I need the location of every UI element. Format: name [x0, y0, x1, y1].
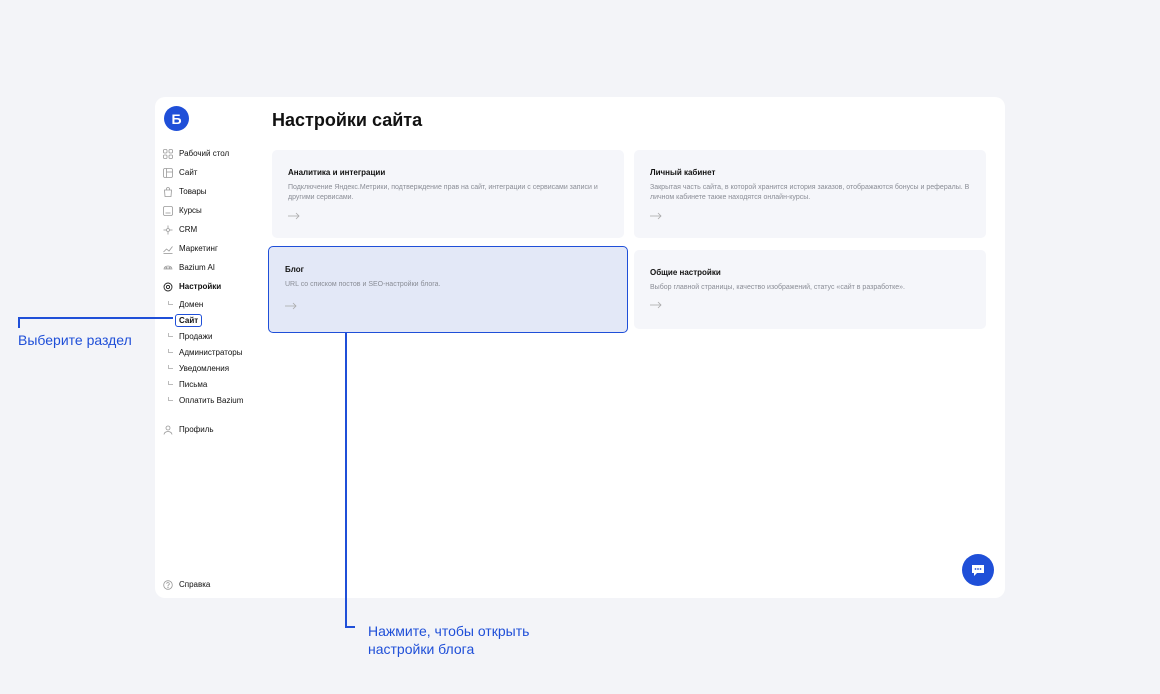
tree-branch-icon [168, 348, 173, 353]
sidebar-item-label: Профиль [179, 425, 214, 434]
annotation-select-section: Выберите раздел [18, 332, 132, 348]
card-title: Личный кабинет [650, 168, 716, 177]
sidebar-item-label: Курсы [179, 206, 202, 215]
ai-icon [163, 263, 173, 273]
card-general-settings[interactable]: Общие настройки Выбор главной страницы, … [634, 250, 986, 329]
card-description: Подключение Яндекс.Метрики, подтверждени… [288, 184, 598, 201]
sidebar-item-label: Справка [179, 580, 211, 589]
user-icon [163, 425, 173, 435]
sidebar-item-label: Рабочий стол [179, 149, 230, 158]
chat-icon [972, 565, 984, 576]
card-description: Выбор главной страницы, качество изображ… [650, 284, 905, 291]
sidebar-item-courses[interactable]: Курсы [163, 201, 263, 220]
tree-branch-icon [168, 364, 173, 369]
sidebar-item-bazium-ai[interactable]: Bazium AI [163, 258, 263, 277]
sidebar-item-products[interactable]: Товары [163, 182, 263, 201]
bag-icon [163, 186, 173, 197]
tree-branch-icon [168, 380, 173, 385]
logo[interactable]: Б [164, 106, 189, 131]
crm-icon [163, 225, 173, 235]
card-title: Аналитика и интеграции [288, 168, 386, 177]
sidebar-item-crm[interactable]: CRM [163, 220, 263, 239]
sidebar-item-label: Сайт [179, 168, 198, 177]
sidebar-item-profile[interactable]: Профиль [163, 420, 214, 439]
card-description: Закрытая часть сайта, в которой хранится… [650, 184, 970, 201]
card-title: Блог [285, 265, 304, 274]
annotation-connector [345, 332, 347, 627]
annotation-connector [18, 317, 173, 319]
annotation-connector [345, 626, 355, 628]
tree-branch-icon [168, 300, 173, 305]
sidebar-subitem-domain[interactable]: Домен [163, 296, 263, 312]
card-personal-account[interactable]: Личный кабинет Закрытая часть сайта, в к… [634, 150, 986, 238]
sidebar-subitem-letters[interactable]: Письма [163, 376, 263, 392]
sidebar-item-dashboard[interactable]: Рабочий стол [163, 144, 263, 163]
gear-icon [163, 282, 173, 292]
sidebar-subitem-site[interactable]: Сайт [163, 312, 263, 328]
arrow-right-icon [288, 212, 300, 220]
page-title: Настройки сайта [272, 110, 423, 130]
sidebar-subitem-pay[interactable]: Оплатить Bazium [163, 392, 263, 408]
sidebar-item-site[interactable]: Сайт [163, 163, 263, 182]
arrow-right-icon [650, 212, 662, 220]
annotation-line: Нажмите, чтобы открыть [368, 623, 530, 639]
help-icon [163, 579, 173, 590]
app-window: Б Рабочий стол Сайт Товары Курсы CRM Мар… [155, 97, 1005, 598]
sidebar-subitem-notifications[interactable]: Уведомления [163, 360, 263, 376]
sidebar-item-label: Bazium AI [179, 263, 216, 272]
chat-button[interactable] [962, 554, 994, 586]
sidebar-subitem-sales[interactable]: Продажи [163, 328, 263, 344]
arrow-right-icon [285, 302, 297, 310]
card-analytics[interactable]: Аналитика и интеграции Подключение Яндек… [272, 150, 624, 238]
sidebar-item-marketing[interactable]: Маркетинг [163, 239, 263, 258]
card-title: Общие настройки [650, 268, 721, 277]
sidebar: Рабочий стол Сайт Товары Курсы CRM Марке… [163, 144, 263, 408]
sidebar-item-settings[interactable]: Настройки [163, 277, 263, 296]
sidebar-item-label: Маркетинг [179, 244, 218, 253]
annotation-open-blog: Нажмите, чтобы открыть настройки блога [368, 622, 529, 658]
tree-branch-icon [168, 332, 173, 337]
card-blog[interactable]: Блог URL со списком постов и SEO-настрой… [268, 246, 628, 333]
tree-branch-icon [168, 396, 173, 401]
courses-icon [163, 205, 173, 216]
sidebar-item-label: CRM [179, 225, 198, 234]
dashboard-icon [163, 148, 173, 159]
annotation-line: настройки блога [368, 641, 475, 657]
sidebar-item-help[interactable]: Справка [163, 575, 210, 594]
sidebar-item-label: Настройки [179, 282, 222, 291]
card-description: URL со списком постов и SEO-настройки бл… [285, 281, 441, 288]
arrow-right-icon [650, 301, 662, 309]
site-icon [163, 167, 173, 178]
chart-icon [163, 244, 173, 254]
sidebar-item-label: Товары [179, 187, 207, 196]
annotation-connector [18, 317, 20, 328]
sidebar-subitem-admins[interactable]: Администраторы [163, 344, 263, 360]
